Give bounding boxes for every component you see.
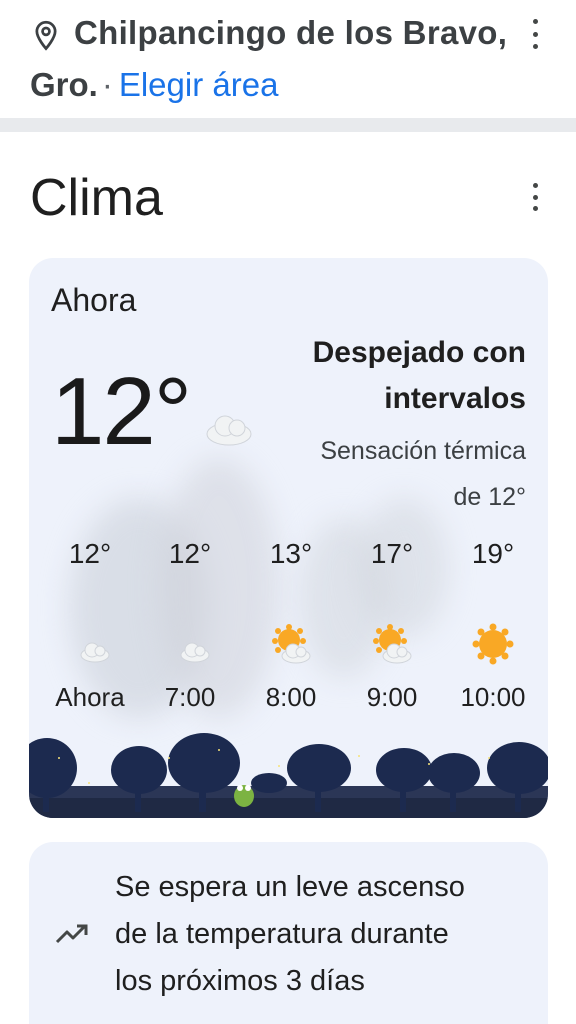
moon-cloud-icon [71, 626, 110, 663]
hourly-label: 9:00 [366, 682, 418, 712]
feels-like-text: Sensación térmica de 12° [246, 428, 526, 520]
trend-text: Se espera un leve ascenso de la temperat… [115, 864, 525, 1005]
sun-icon [472, 623, 514, 665]
location-line2: Gro. · Elegir área [30, 66, 278, 104]
section-divider [0, 118, 576, 132]
location-state: Gro. [30, 66, 98, 103]
location-separator: · [101, 66, 113, 103]
location-header: Chilpancingo de los Bravo, Gro. · Elegir á… [0, 0, 576, 118]
hourly-temp: 12° [68, 538, 112, 569]
condition-line2: intervalos [384, 382, 526, 415]
trend-line2: de la temperatura durante [115, 918, 449, 950]
sun-cloud-icon [272, 624, 311, 664]
hourly-label: 10:00 [460, 682, 526, 712]
hourly-label: 8:00 [265, 682, 317, 712]
weather-card[interactable]: Ahora 12° Despejado con intervalos Sensa… [29, 258, 548, 818]
hourly-label: Ahora [55, 682, 125, 712]
weather-title: Clima [30, 169, 163, 227]
trend-line3: los próximos 3 días [115, 965, 365, 997]
feels-line2: de 12° [453, 483, 526, 511]
more-vert-icon[interactable] [529, 19, 541, 49]
feels-line1: Sensación térmica [320, 437, 526, 465]
trend-line1: Se espera un leve ascenso [115, 871, 465, 903]
trending-up-icon [55, 924, 88, 944]
now-label: Ahora [51, 282, 137, 318]
change-area-link[interactable]: Elegir área [119, 66, 279, 103]
hourly-forecast[interactable]: 12° Ahora 12° 7:00 13° 8:00 17° 9:00 19°… [29, 538, 548, 718]
hourly-temp: 19° [471, 538, 515, 569]
location-city: Chilpancingo de los Bravo, [74, 14, 508, 51]
sun-cloud-icon [373, 624, 412, 664]
current-temperature: 12° [51, 358, 192, 465]
weather-more-vert-icon[interactable] [529, 183, 541, 211]
night-landscape-illustration [29, 733, 548, 818]
hourly-temp: 12° [168, 538, 212, 569]
hourly-temp: 13° [269, 538, 313, 569]
hourly-temp: 17° [370, 538, 414, 569]
temperature-trend-card[interactable]: Se espera un leve ascenso de la temperat… [29, 842, 548, 1024]
condition-text: Despejado con intervalos [246, 330, 526, 422]
condition-line1: Despejado con [312, 336, 526, 369]
hourly-label: 7:00 [164, 682, 216, 712]
moon-cloud-icon [171, 626, 210, 663]
location-pin-icon [35, 20, 57, 51]
